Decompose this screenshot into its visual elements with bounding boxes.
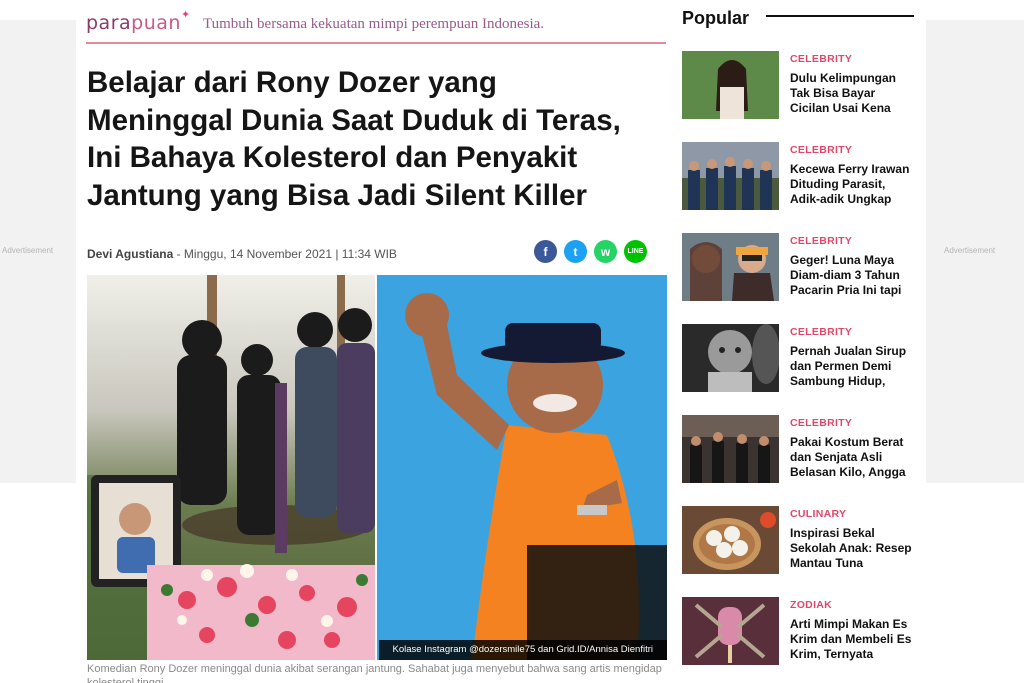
- article-byline: Devi Agustiana - Minggu, 14 November 202…: [87, 247, 397, 261]
- popular-category[interactable]: CELEBRITY: [790, 326, 852, 338]
- popular-title[interactable]: Pernah Jualan Sirup dan Permen Demi Samb…: [790, 344, 916, 389]
- popular-category[interactable]: CELEBRITY: [790, 417, 852, 429]
- brand-tagline: Tumbuh bersama kekuatan mimpi perempuan …: [203, 16, 545, 32]
- popular-category[interactable]: CELEBRITY: [790, 235, 852, 247]
- popular-item[interactable]: CELEBRITY Kecewa Ferry Irawan Dituding P…: [682, 142, 914, 212]
- brand-header: parapuan ✦ Tumbuh bersama kekuatan mimpi…: [86, 8, 666, 44]
- whatsapp-icon: w: [600, 244, 611, 259]
- popular-thumbnail[interactable]: [682, 506, 779, 574]
- popular-title[interactable]: Kecewa Ferry Irawan Dituding Parasit, Ad…: [790, 162, 916, 207]
- image-caption: Komedian Rony Dozer meninggal dunia akib…: [87, 663, 662, 683]
- popular-thumbnail[interactable]: [682, 597, 779, 665]
- share-whatsapp-button[interactable]: w: [594, 240, 617, 263]
- popular-category[interactable]: CELEBRITY: [790, 53, 852, 65]
- popular-heading-divider: [766, 15, 914, 17]
- image-credit: Kolase Instagram @dozersmile75 dan Grid.…: [378, 640, 667, 660]
- popular-title[interactable]: Dulu Kelimpungan Tak Bisa Bayar Cicilan …: [790, 71, 916, 116]
- share-facebook-button[interactable]: f: [534, 240, 557, 263]
- popular-item[interactable]: ZODIAK Arti Mimpi Makan Es Krim dan Memb…: [682, 597, 914, 667]
- left-ad-slot[interactable]: Advertisement: [0, 20, 76, 483]
- popular-category[interactable]: CELEBRITY: [790, 144, 852, 156]
- popular-title[interactable]: Geger! Luna Maya Diam-diam 3 Tahun Pacar…: [790, 253, 916, 298]
- publish-datetime: - Minggu, 14 November 2021 | 11:34 WIB: [173, 247, 397, 261]
- popular-category[interactable]: ZODIAK: [790, 599, 832, 611]
- funeral-scene-illustration: [87, 275, 375, 660]
- popular-sidebar: Popular CELEBRITY Dulu Kelimpungan Tak B…: [682, 0, 914, 683]
- logo-star-icon: ✦: [181, 9, 191, 21]
- popular-item[interactable]: CELEBRITY Pakai Kostum Berat dan Senjata…: [682, 415, 914, 485]
- popular-heading: Popular: [682, 8, 750, 28]
- advertisement-label: Advertisement: [944, 246, 996, 255]
- popular-category[interactable]: CULINARY: [790, 508, 846, 520]
- popular-item[interactable]: CELEBRITY Geger! Luna Maya Diam-diam 3 T…: [682, 233, 914, 303]
- popular-title[interactable]: Inspirasi Bekal Sekolah Anak: Resep Mant…: [790, 526, 916, 571]
- popular-item[interactable]: CELEBRITY Pernah Jualan Sirup dan Permen…: [682, 324, 914, 394]
- popular-thumbnail[interactable]: [682, 324, 779, 392]
- author-name[interactable]: Devi Agustiana: [87, 247, 173, 261]
- funeral-photo: [87, 275, 375, 660]
- popular-thumbnail[interactable]: [682, 51, 779, 119]
- popular-thumbnail[interactable]: [682, 415, 779, 483]
- share-line-button[interactable]: LINE: [624, 240, 647, 263]
- popular-item[interactable]: CULINARY Inspirasi Bekal Sekolah Anak: R…: [682, 506, 914, 576]
- popular-title[interactable]: Pakai Kostum Berat dan Senjata Asli Bela…: [790, 435, 916, 480]
- popular-thumbnail[interactable]: [682, 233, 779, 301]
- parapuan-logo[interactable]: parapuan: [86, 12, 181, 34]
- rony-dozer-photo: [377, 275, 667, 660]
- article-hero-image: Kolase Instagram @dozersmile75 dan Grid.…: [87, 275, 667, 660]
- line-icon: LINE: [627, 248, 644, 255]
- share-twitter-button[interactable]: t: [564, 240, 587, 263]
- popular-title[interactable]: Arti Mimpi Makan Es Krim dan Membeli Es …: [790, 617, 916, 662]
- facebook-icon: f: [543, 244, 548, 259]
- right-ad-slot[interactable]: Advertisement: [926, 20, 1024, 483]
- article-headline: Belajar dari Rony Dozer yang Meninggal D…: [87, 66, 621, 212]
- article-column: parapuan ✦ Tumbuh bersama kekuatan mimpi…: [76, 0, 676, 683]
- twitter-icon: t: [573, 244, 578, 259]
- advertisement-label: Advertisement: [2, 246, 54, 255]
- popular-item[interactable]: CELEBRITY Dulu Kelimpungan Tak Bisa Baya…: [682, 51, 914, 121]
- comedian-portrait-illustration: [377, 275, 667, 660]
- popular-thumbnail[interactable]: [682, 142, 779, 210]
